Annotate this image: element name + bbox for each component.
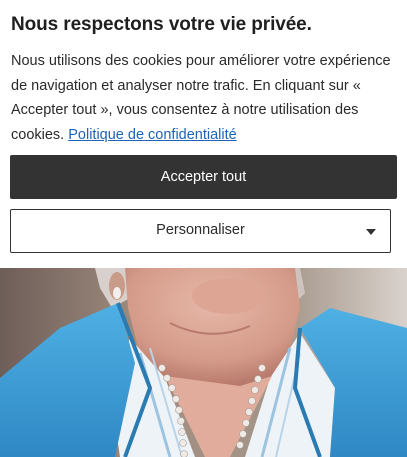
- consent-title: Nous respectons votre vie privée.: [11, 14, 312, 35]
- customize-label: Personnaliser: [156, 222, 245, 238]
- background-photo: [0, 268, 407, 457]
- customize-button[interactable]: Personnaliser: [10, 209, 391, 253]
- privacy-policy-link[interactable]: Politique de confidentialité: [68, 127, 236, 143]
- page: Nous respectons votre vie privée. Nous u…: [0, 0, 407, 457]
- consent-description: Nous utilisons des cookies pour améliore…: [11, 49, 399, 147]
- chevron-down-icon: [366, 229, 376, 235]
- cookie-consent-banner: Nous respectons votre vie privée. Nous u…: [0, 0, 407, 268]
- portrait-photo-image: [0, 268, 407, 457]
- accept-all-button[interactable]: Accepter tout: [10, 155, 397, 199]
